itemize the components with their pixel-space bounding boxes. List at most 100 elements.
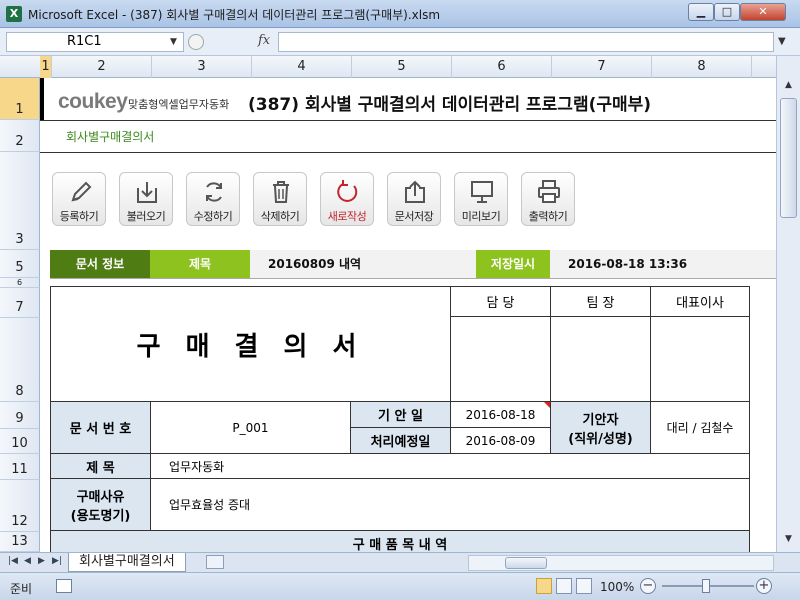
- edit-button[interactable]: 수정하기: [186, 172, 240, 226]
- doc-number-label: 문 서 번 호: [50, 401, 151, 454]
- row-header[interactable]: 2: [0, 120, 40, 152]
- vertical-scrollbar[interactable]: ▲ ▼: [776, 56, 800, 552]
- formula-input[interactable]: [278, 32, 774, 52]
- first-sheet-icon[interactable]: |◀: [8, 556, 18, 566]
- purchase-reason-value[interactable]: 업무효율성 증대: [150, 478, 750, 531]
- maximize-button[interactable]: □: [714, 3, 740, 21]
- saved-at-label: 저장일시: [476, 250, 550, 278]
- zoom-in-icon[interactable]: +: [756, 578, 772, 594]
- draft-date-label: 기 안 일: [350, 401, 451, 428]
- active-cell-cursor: [40, 78, 44, 120]
- close-button[interactable]: ✕: [740, 3, 786, 21]
- info-divider: [50, 278, 776, 279]
- printer-icon: [538, 180, 560, 203]
- excel-app-icon[interactable]: X: [6, 6, 22, 22]
- delete-button[interactable]: 삭제하기: [253, 172, 307, 226]
- title-bar: X Microsoft Excel - (387) 회사별 구매결의서 데이터관…: [0, 0, 800, 28]
- next-sheet-icon[interactable]: ▶: [38, 556, 45, 566]
- row-header[interactable]: 10: [0, 429, 40, 454]
- form-title: 구 매 결 의 서: [136, 331, 365, 362]
- horizontal-scroll-thumb[interactable]: [505, 557, 547, 569]
- scroll-up-icon[interactable]: ▲: [780, 80, 797, 94]
- status-bar: 준비 100% − +: [0, 572, 800, 600]
- approval-signature-box[interactable]: [450, 316, 551, 402]
- formula-bar: R1C1 ▼ fx ▼: [0, 28, 800, 56]
- page-layout-view-icon[interactable]: [556, 578, 572, 594]
- doc-title-label: 제목: [150, 250, 250, 278]
- process-date-value[interactable]: 2016-08-09: [450, 427, 551, 454]
- approval-header: 담 당: [450, 286, 551, 317]
- save-document-button-label: 문서저장: [394, 210, 434, 223]
- name-box[interactable]: R1C1: [6, 32, 184, 52]
- drafter-label: 기안자 (직위/성명): [550, 401, 651, 454]
- preview-button-label: 미리보기: [461, 210, 501, 223]
- window-title: Microsoft Excel - (387) 회사별 구매결의서 데이터관리 …: [28, 8, 441, 22]
- column-header[interactable]: 5: [352, 56, 452, 78]
- print-button[interactable]: 출력하기: [521, 172, 575, 226]
- row-header[interactable]: 3: [0, 152, 40, 250]
- save-document-button[interactable]: 문서저장: [387, 172, 441, 226]
- zoom-level[interactable]: 100%: [600, 580, 634, 594]
- doc-number-value[interactable]: P_001: [150, 401, 351, 454]
- download-icon: [137, 182, 157, 203]
- row-header[interactable]: 8: [0, 318, 40, 402]
- insert-function-icon[interactable]: fx: [258, 33, 270, 48]
- refresh-icon: [206, 182, 222, 202]
- scroll-down-icon[interactable]: ▼: [780, 534, 797, 548]
- process-date-label: 처리예정일: [350, 427, 451, 454]
- column-header[interactable]: 6: [452, 56, 552, 78]
- subject-value[interactable]: 업무자동화: [150, 453, 750, 479]
- approval-signature-box[interactable]: [550, 316, 651, 402]
- delete-button-label: 삭제하기: [260, 210, 300, 223]
- insert-sheet-icon[interactable]: [206, 555, 224, 569]
- last-sheet-icon[interactable]: ▶|: [52, 556, 62, 566]
- macro-record-icon[interactable]: [56, 579, 72, 593]
- page-break-view-icon[interactable]: [576, 578, 592, 594]
- row-header[interactable]: 1: [0, 78, 40, 120]
- draft-date-value[interactable]: 2016-08-18: [450, 401, 551, 428]
- normal-view-icon[interactable]: [536, 578, 552, 594]
- drafter-value[interactable]: 대리 / 김철수: [650, 401, 750, 454]
- approval-header: 팀 장: [550, 286, 651, 317]
- row-header[interactable]: 5: [0, 250, 40, 278]
- subject-label: 제 목: [50, 453, 151, 479]
- column-header[interactable]: 8: [652, 56, 752, 78]
- vertical-scroll-thumb[interactable]: [780, 98, 797, 218]
- collapse-handle-icon[interactable]: [188, 34, 204, 50]
- sheet-tab-bar: |◀ ◀ ▶ ▶| 회사별구매결의서: [0, 552, 800, 572]
- column-header[interactable]: 3: [152, 56, 252, 78]
- preview-button[interactable]: 미리보기: [454, 172, 508, 226]
- coukey-logo: coukey: [58, 90, 128, 113]
- approval-signature-box[interactable]: [650, 316, 750, 402]
- saved-at-value: 2016-08-18 13:36: [568, 257, 688, 271]
- zoom-slider-thumb[interactable]: [702, 579, 710, 593]
- page-title: (387) 회사별 구매결의서 데이터관리 프로그램(구매부): [248, 95, 652, 115]
- column-header[interactable]: 1: [40, 56, 52, 78]
- row-header[interactable]: 6: [0, 278, 40, 288]
- chevron-down-icon[interactable]: ▼: [170, 37, 177, 47]
- column-header[interactable]: 4: [252, 56, 352, 78]
- row-header[interactable]: 12: [0, 480, 40, 532]
- expand-formula-bar-icon[interactable]: ▼: [778, 36, 786, 47]
- load-button[interactable]: 불러오기: [119, 172, 173, 226]
- upload-icon: [405, 180, 425, 203]
- horizontal-scrollbar[interactable]: [468, 555, 774, 571]
- column-headers: 1 2 3 4 5 6 7 8: [0, 56, 800, 78]
- approval-header: 대표이사: [650, 286, 750, 317]
- row-header[interactable]: 9: [0, 402, 40, 429]
- row-header[interactable]: 7: [0, 288, 40, 318]
- row-header[interactable]: 11: [0, 454, 40, 480]
- minimize-button[interactable]: ▁: [688, 3, 714, 21]
- purchase-reason-label: 구매사유 (용도명기): [50, 478, 151, 531]
- zoom-out-icon[interactable]: −: [640, 578, 656, 594]
- prev-sheet-icon[interactable]: ◀: [24, 556, 31, 566]
- row-header[interactable]: 13: [0, 532, 40, 552]
- doc-title-value[interactable]: 20160809 내역: [268, 250, 361, 278]
- column-header[interactable]: 7: [552, 56, 652, 78]
- column-header[interactable]: 2: [52, 56, 152, 78]
- register-button[interactable]: 등록하기: [52, 172, 106, 226]
- sheet-tab-active[interactable]: 회사별구매결의서: [68, 553, 186, 572]
- worksheet-grid[interactable]: coukey 맞춤형엑셀업무자동화 (387) 회사별 구매결의서 데이터관리 …: [40, 78, 776, 552]
- new-document-button[interactable]: 새로작성: [320, 172, 374, 226]
- edit-button-label: 수정하기: [193, 210, 233, 223]
